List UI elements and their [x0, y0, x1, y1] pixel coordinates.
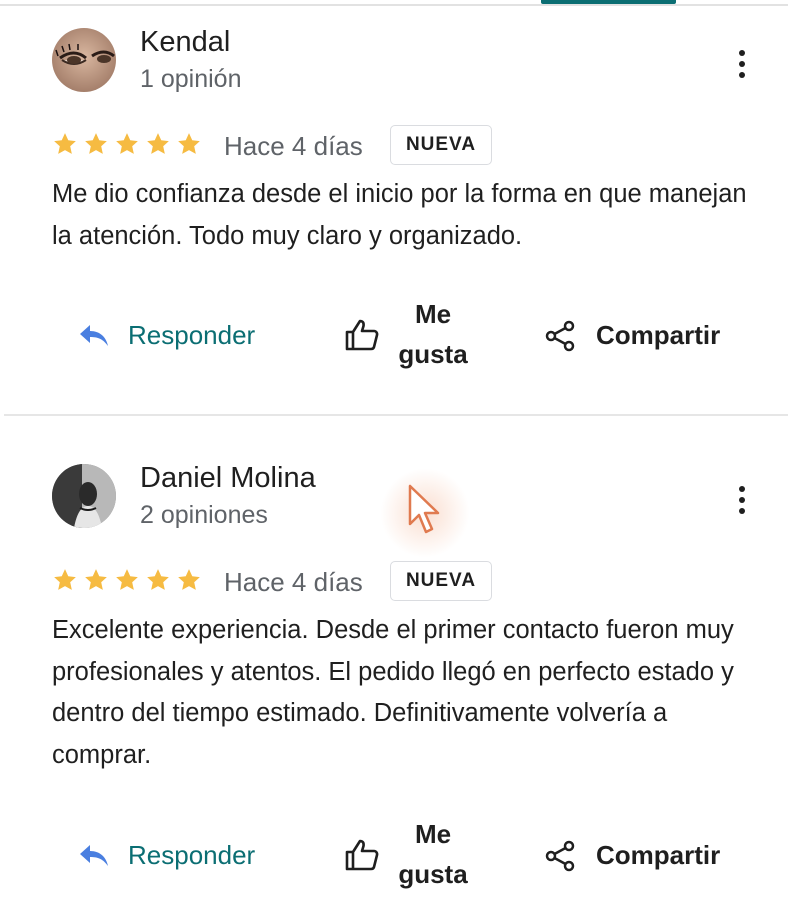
mouse-pointer-icon — [408, 484, 440, 534]
review-actions: Responder Me gusta Compartir — [0, 814, 788, 894]
more-vert-icon — [739, 50, 745, 56]
more-vert-icon-dot — [739, 508, 745, 514]
new-badge: NUEVA — [390, 125, 492, 165]
star-icon — [85, 569, 107, 590]
more-options-button[interactable] — [728, 484, 756, 516]
star-icon — [54, 569, 76, 590]
star-rating — [52, 131, 207, 161]
new-badge: NUEVA — [390, 561, 492, 601]
like-button[interactable]: Me gusta — [344, 814, 484, 894]
reply-arrow-icon — [80, 845, 108, 866]
star-icon — [85, 133, 107, 154]
review-divider — [4, 414, 788, 416]
review-actions: Responder Me gusta Compartir — [0, 294, 788, 374]
star-icon — [116, 569, 138, 590]
like-label: Me gusta — [398, 819, 468, 889]
like-button[interactable]: Me gusta — [344, 294, 484, 374]
more-vert-icon-dot — [739, 72, 745, 78]
star-icon — [147, 569, 169, 590]
share-label: Compartir — [596, 320, 721, 350]
review-date: Hace 4 días — [224, 567, 363, 597]
star-icon — [54, 133, 76, 154]
review-text: Me dio confianza desde el inicio por la … — [52, 180, 747, 250]
star-icon — [178, 133, 200, 154]
reviewer-review-count: 1 opinión — [140, 65, 242, 93]
share-label: Compartir — [596, 840, 721, 870]
reviewer-review-count: 2 opiniones — [140, 501, 268, 529]
active-tab-indicator — [541, 0, 676, 4]
star-icon — [147, 133, 169, 154]
thumb-up-icon — [345, 839, 379, 871]
star-rating — [52, 567, 207, 597]
more-vert-icon-dot — [739, 61, 745, 67]
reply-label: Responder — [128, 320, 256, 350]
top-tab-bar — [0, 0, 788, 8]
share-icon — [545, 840, 575, 872]
thumb-up-icon — [345, 319, 379, 351]
tab-bar-divider — [0, 4, 788, 6]
reviewer-name[interactable]: Kendal — [140, 28, 230, 57]
review-text: Excelente experiencia. Desde el primer c… — [52, 616, 734, 769]
like-label: Me gusta — [398, 299, 468, 369]
reply-arrow-icon — [80, 325, 108, 346]
reviewer-name[interactable]: Daniel Molina — [140, 464, 316, 493]
more-options-button[interactable] — [728, 48, 756, 80]
more-vert-icon-dot — [739, 497, 745, 503]
star-icon — [116, 133, 138, 154]
reply-label: Responder — [128, 840, 256, 870]
avatar[interactable] — [52, 28, 116, 92]
share-icon — [545, 320, 575, 352]
more-vert-icon — [739, 486, 745, 492]
review-date: Hace 4 días — [224, 131, 363, 161]
avatar[interactable] — [52, 464, 116, 528]
star-icon — [178, 569, 200, 590]
